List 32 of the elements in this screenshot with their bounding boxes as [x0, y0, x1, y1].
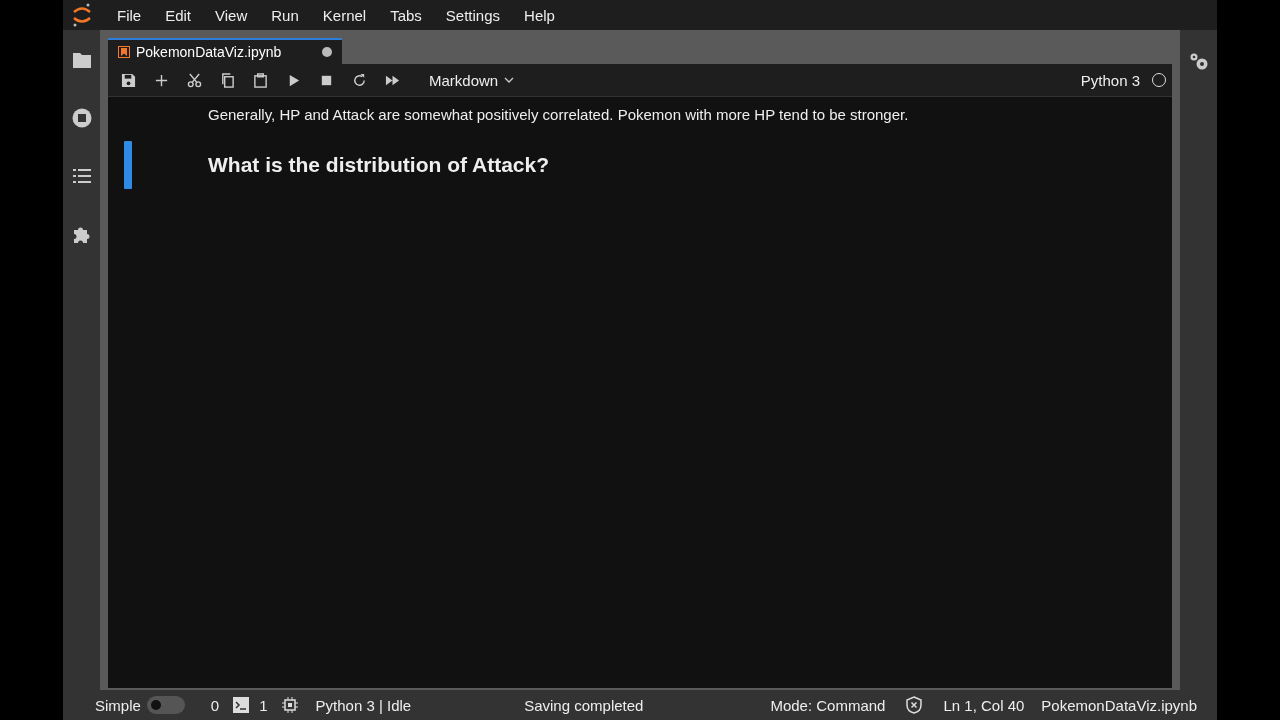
cell-heading: What is the distribution of Attack? — [208, 152, 550, 178]
gears-icon[interactable] — [1188, 52, 1209, 72]
cell-type-dropdown[interactable]: Markdown — [423, 70, 521, 90]
mode-label: Simple — [95, 696, 141, 714]
cursor-position[interactable]: Ln 1, Col 40 — [943, 696, 1025, 714]
terminal-count: 0 — [210, 696, 220, 714]
menu-item[interactable]: Run — [259, 6, 311, 24]
kernel-name[interactable]: Python 3 — [1080, 71, 1140, 89]
menu-item[interactable]: Help — [512, 6, 567, 24]
notebook-tab[interactable]: PokemonDataViz.ipynb — [108, 38, 342, 64]
notebook-icon — [118, 46, 130, 58]
folder-icon[interactable] — [71, 50, 92, 70]
terminal-icon — [233, 697, 250, 713]
mode-status: Mode: Command — [770, 696, 886, 714]
file-name: PokemonDataViz.ipynb — [1041, 696, 1197, 714]
menu-item[interactable]: Kernel — [310, 6, 379, 24]
menu-item[interactable]: Settings — [433, 6, 513, 24]
shield-icon[interactable] — [905, 696, 924, 714]
chevron-icon — [504, 77, 515, 83]
status-message: Saving completed — [524, 696, 644, 714]
menu-item[interactable]: Tabs — [378, 6, 434, 24]
menu-item[interactable]: View — [203, 6, 260, 24]
menu-item[interactable]: File — [105, 6, 154, 24]
menu-item[interactable]: Edit — [153, 6, 204, 24]
chip-icon — [281, 697, 298, 713]
cell-text: Generally, HP and Attack are somewhat positively correlated. Pokemon with more HP tend to be stronger. — [208, 105, 909, 125]
simple-toggle[interactable] — [146, 696, 185, 714]
stop-circle-icon[interactable] — [71, 108, 92, 128]
kernel-status[interactable]: Python 3 | Idle — [315, 696, 412, 714]
logo-icon — [71, 2, 93, 28]
list-icon[interactable] — [71, 166, 92, 186]
kernel-count: 1 — [259, 696, 268, 714]
